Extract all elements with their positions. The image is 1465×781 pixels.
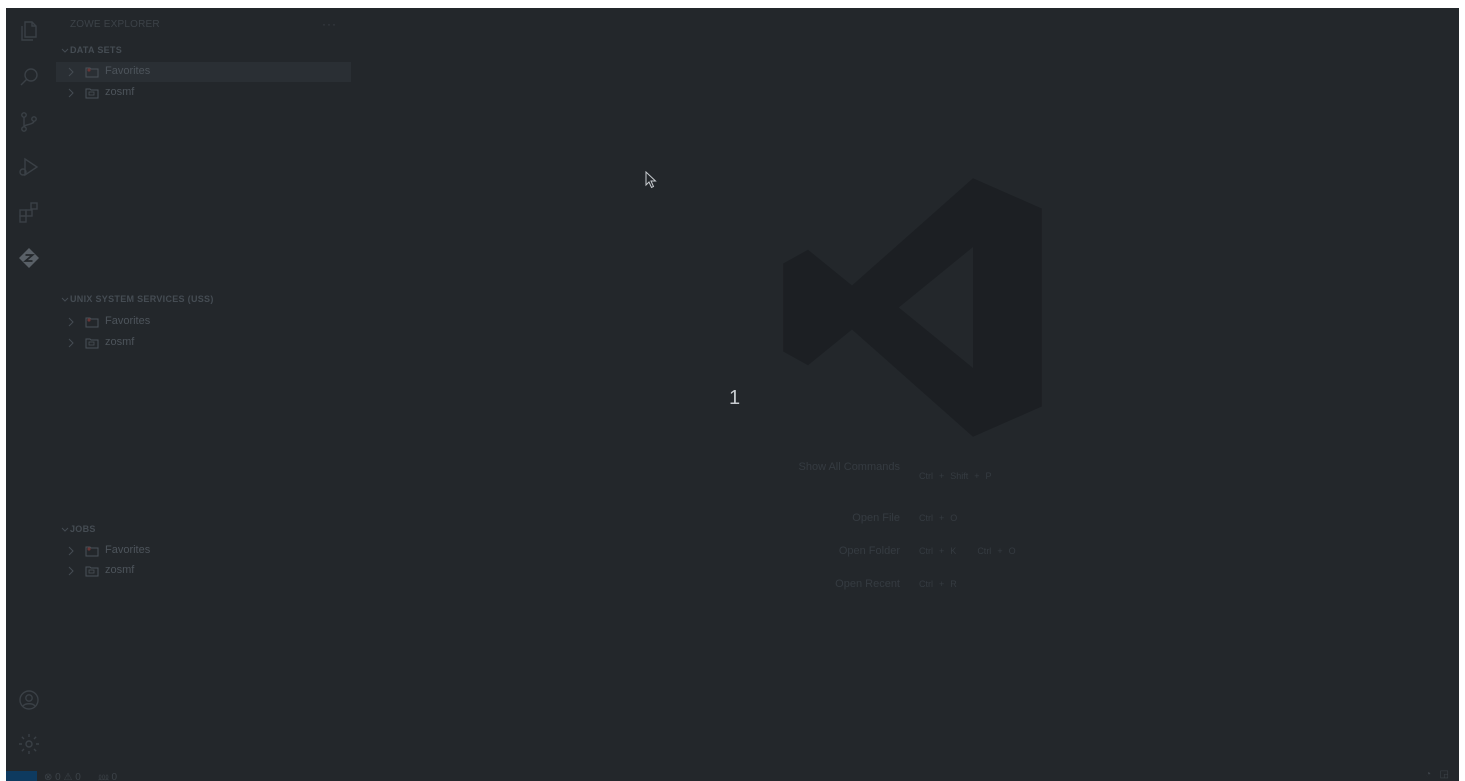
chevron-right-icon [68,67,74,77]
ports-count: ⅏ 0 [98,772,118,781]
editor-empty-area[interactable]: 1 Show All Commands Ctrl + Shift + P Open Fi… [351,8,1459,771]
tree-item-favorites[interactable]: Favorites [56,312,356,332]
vscode-window: ZOWE EXPLORER ··· DATA SETS Favorites zo… [6,8,1459,781]
page-number: 1 [729,387,741,409]
chevron-right-icon [68,338,74,348]
vscode-logo-watermark [783,178,1042,437]
chevron-down-icon [61,48,69,53]
tree-item-favorites[interactable]: Favorites [56,62,356,82]
more-actions-button[interactable]: ··· [322,17,337,31]
chevron-right-icon [68,317,74,327]
chevron-right-icon [68,566,74,576]
folder-favorites-icon [85,67,99,78]
sidebar-title: ZOWE EXPLORER [70,19,160,30]
shortcut-label: Open File [852,512,900,524]
folder-profile-icon [85,88,99,99]
problems-count: ⊗ 0 ⚠ 0 [44,772,81,781]
status-bar: ⊗ 0 ⚠ 0 ⅏ 0 ◔ ◲ [6,769,1459,781]
tree-item-label: zosmf [105,564,135,576]
keybinding: Ctrl + K Ctrl + O [919,546,1016,556]
remote-indicator-button[interactable] [6,771,37,781]
tree-item-zosmf[interactable]: zosmf [56,333,356,353]
activity-bar [6,8,52,771]
folder-favorites-icon [85,546,99,557]
section-header-data-sets[interactable]: DATA SETS [52,42,351,62]
keybinding: Ctrl + Shift + P [919,471,992,481]
shortcut-label: Show All Commands [798,461,901,473]
shortcut-label: Open Recent [835,578,900,590]
mouse-cursor-icon [645,171,657,189]
folder-profile-icon [85,566,99,577]
keybinding: Ctrl + R [919,579,957,589]
section-header-jobs[interactable]: JOBS [52,521,351,541]
search-icon[interactable] [15,63,43,91]
tree-item-label: zosmf [105,86,135,98]
run-debug-icon[interactable] [15,153,43,181]
chevron-down-icon [61,527,69,532]
folder-profile-icon [85,338,99,349]
tree-item-favorites[interactable]: Favorites [56,541,356,561]
source-control-icon[interactable] [15,108,43,136]
extensions-icon[interactable] [15,198,43,226]
chevron-right-icon [68,88,74,98]
sidebar-zowe-explorer: ZOWE EXPLORER ··· DATA SETS Favorites zo… [52,8,356,771]
notifications-icon[interactable]: ◔ ◲ [1425,769,1449,780]
tree-item-label: zosmf [105,336,135,348]
tree-item-label: Favorites [105,65,151,77]
settings-gear-icon[interactable] [15,730,43,758]
chevron-down-icon [61,297,69,302]
chevron-right-icon [68,546,74,556]
tree-item-label: Favorites [105,544,151,556]
tree-item-zosmf[interactable]: zosmf [56,561,356,581]
tree-item-label: Favorites [105,315,151,327]
keybinding: Ctrl + O [919,513,958,523]
shortcut-label: Open Folder [838,545,900,557]
section-label: UNIX SYSTEM SERVICES (USS) [70,294,214,304]
section-label: DATA SETS [70,45,123,55]
zowe-icon[interactable] [15,244,43,272]
tree-item-zosmf[interactable]: zosmf [56,83,356,103]
explorer-icon[interactable] [15,17,43,45]
problems-status[interactable]: ⊗ 0 ⚠ 0 ⅏ 0 [44,769,117,781]
section-header-uss[interactable]: UNIX SYSTEM SERVICES (USS) [52,291,351,311]
accounts-icon[interactable] [15,686,43,714]
folder-favorites-icon [85,317,99,328]
section-label: JOBS [70,524,96,534]
